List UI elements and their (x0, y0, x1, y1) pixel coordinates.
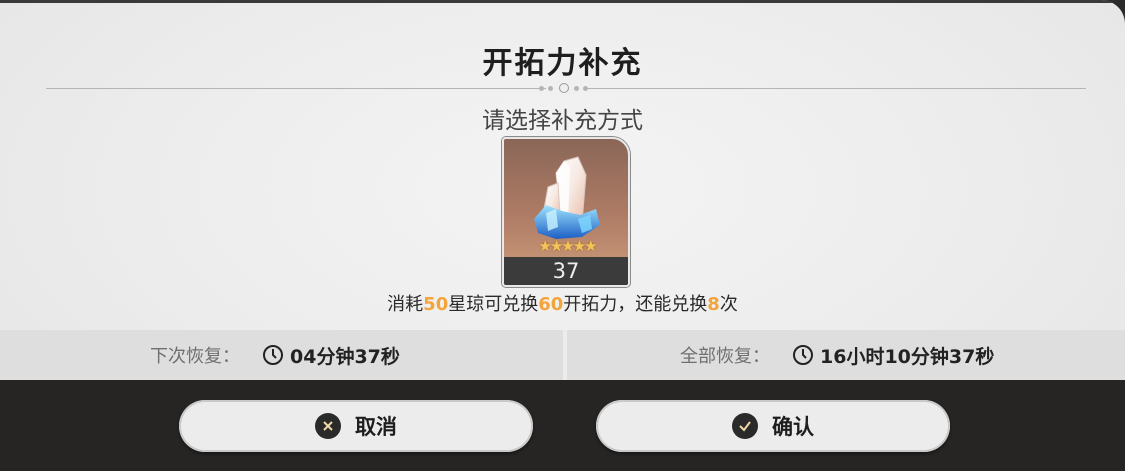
confirm-button[interactable]: 确认 (596, 400, 950, 452)
clock-icon (263, 345, 283, 365)
desc-text-3: 开拓力，还能兑换 (563, 294, 708, 315)
dialog-title: 开拓力补充 (482, 46, 643, 81)
item-count: 37 (504, 257, 628, 285)
trailblaze-power-dialog: 开拓力补充 请选择补充方式 ★★★★★ 37 消耗50星琼可兑换60开拓力，还能… (0, 0, 1125, 471)
desc-remaining: 8 (707, 294, 720, 315)
next-recovery-label: 下次恢复： (150, 346, 240, 367)
recovery-info-row: 下次恢复： 04分钟37秒 全部恢复： 16小时10分钟37秒 (0, 330, 1125, 380)
button-bar: 取消 确认 (0, 380, 1125, 471)
next-recovery: 下次恢复： 04分钟37秒 (150, 330, 400, 380)
full-recovery-label: 全部恢复： (680, 346, 770, 367)
confirm-button-label: 确认 (772, 415, 814, 439)
cancel-button-label: 取消 (355, 415, 397, 439)
divider-ornament-icon (559, 83, 569, 93)
title-divider (46, 83, 1086, 93)
rarity-stars: ★★★★★ (538, 237, 597, 255)
full-recovery-value: 16小时10分钟37秒 (820, 345, 995, 368)
desc-text-4: 次 (719, 294, 738, 315)
clock-icon (793, 345, 813, 365)
stellar-jade-item-card[interactable]: ★★★★★ 37 (502, 137, 630, 287)
desc-text-1: 消耗 (387, 294, 424, 315)
close-icon (315, 413, 341, 439)
exchange-description: 消耗50星琼可兑换60开拓力，还能兑换8次 (0, 290, 1125, 316)
check-icon (732, 413, 758, 439)
dialog-subtitle: 请选择补充方式 (482, 108, 643, 134)
desc-text-2: 星琼可兑换 (448, 294, 539, 315)
cancel-button[interactable]: 取消 (179, 400, 533, 452)
desc-cost: 50 (423, 294, 449, 315)
top-border (0, 0, 1125, 3)
stellar-jade-icon (534, 156, 600, 239)
info-separator (563, 330, 567, 380)
next-recovery-value: 04分钟37秒 (290, 345, 400, 368)
desc-gain: 60 (538, 294, 564, 315)
full-recovery: 全部恢复： 16小时10分钟37秒 (680, 330, 994, 380)
